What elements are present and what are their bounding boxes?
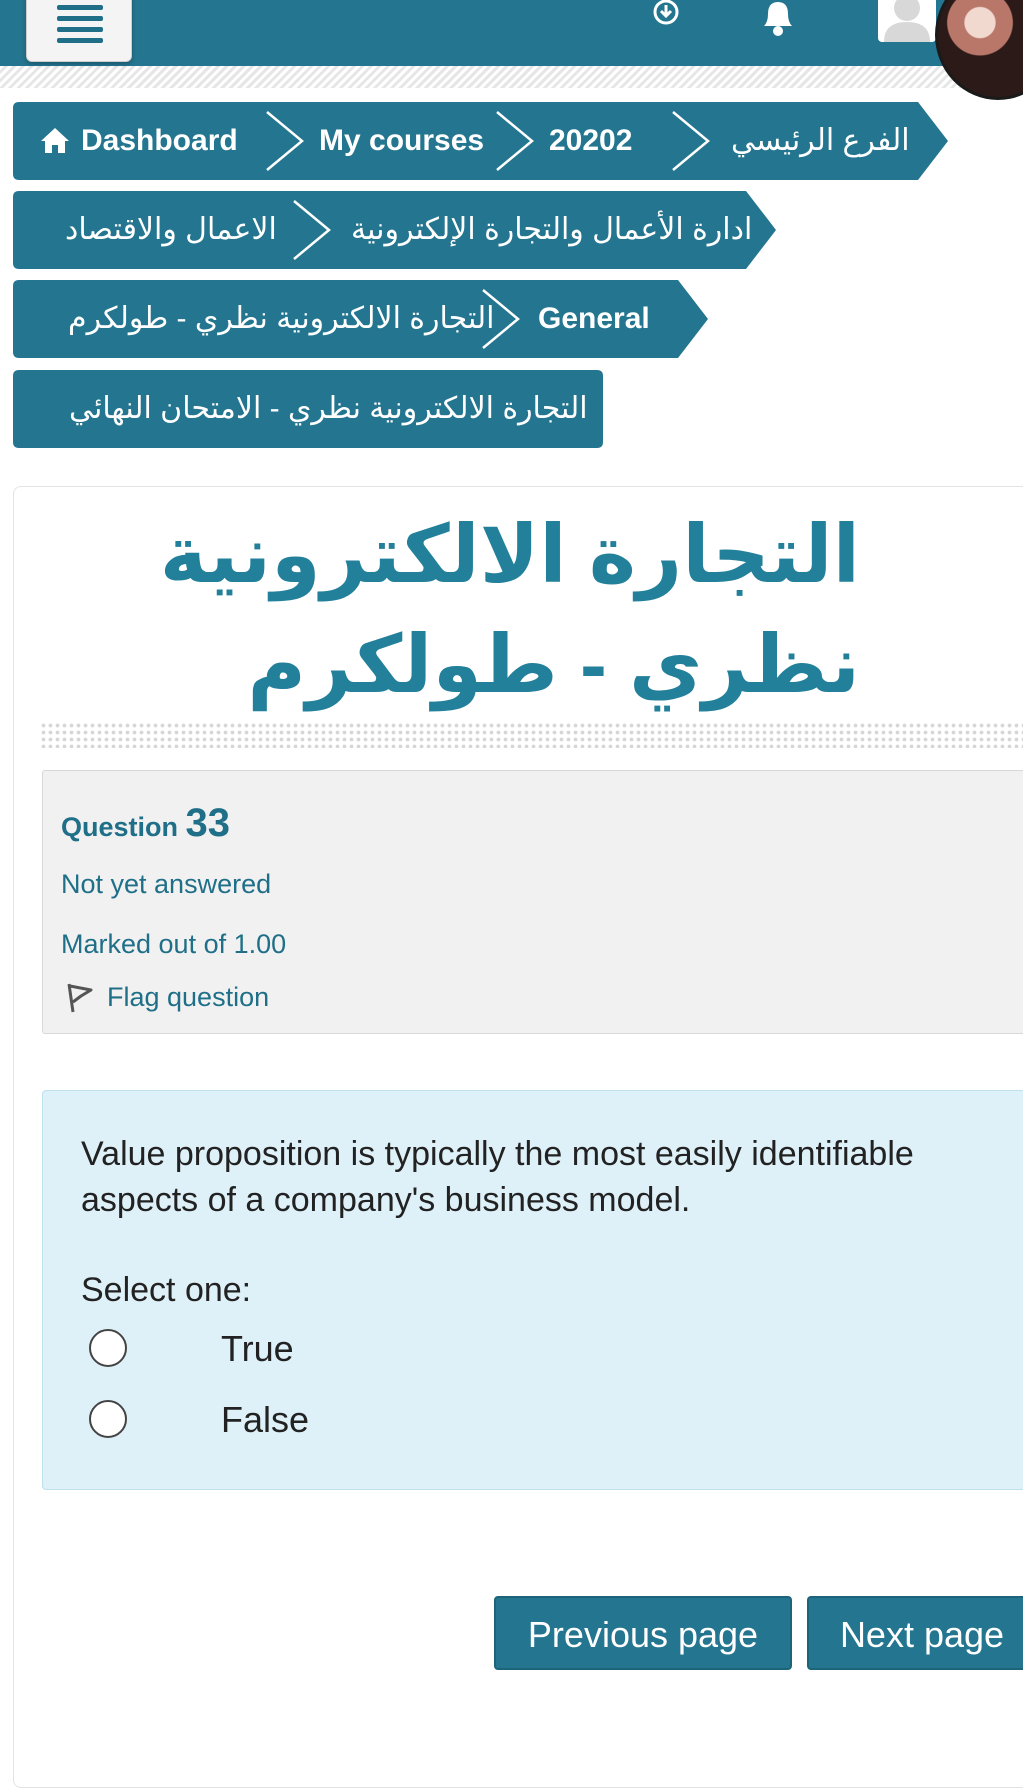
flag-icon xyxy=(67,983,93,1013)
select-one-prompt: Select one: xyxy=(81,1271,252,1309)
breadcrumb-my-courses[interactable]: My courses xyxy=(319,102,484,180)
question-number-label: Question 33 xyxy=(61,801,230,846)
breadcrumb: Dashboard My courses 20202 الفرع الرئيسي xyxy=(13,102,953,182)
question-grade: Marked out of 1.00 xyxy=(61,929,287,959)
breadcrumb-course[interactable]: التجارة الالكترونية نظري - طولكرم xyxy=(68,280,495,358)
breadcrumb-row-2: الاعمال والاقتصاد ادارة الأعمال والتجارة… xyxy=(13,191,793,271)
question-number: 33 xyxy=(185,801,231,845)
radio-true[interactable] xyxy=(89,1329,127,1367)
dotted-divider xyxy=(40,722,1023,748)
question-label: Question xyxy=(61,812,179,842)
breadcrumb-branch[interactable]: الفرع الرئيسي xyxy=(731,102,910,180)
answer-option-false[interactable]: False xyxy=(89,1398,349,1444)
breadcrumb-dashboard[interactable]: Dashboard xyxy=(81,102,238,180)
bell-icon[interactable] xyxy=(758,0,798,38)
answer-label-false[interactable]: False xyxy=(221,1398,309,1442)
breadcrumb-section[interactable]: General xyxy=(538,280,650,358)
user-avatar-icon xyxy=(884,0,930,42)
breadcrumb-row-4: التجارة الالكترونية نظري - الامتحان النه… xyxy=(13,370,605,450)
top-navbar xyxy=(0,0,1023,66)
home-icon xyxy=(41,128,69,153)
breadcrumb-department[interactable]: ادارة الأعمال والتجارة الإلكترونية xyxy=(351,191,752,269)
question-content-panel: Value proposition is typically the most … xyxy=(42,1090,1023,1490)
navbar-divider xyxy=(0,66,1023,88)
flag-question-label: Flag question xyxy=(107,982,270,1012)
breadcrumb-term[interactable]: 20202 xyxy=(549,102,632,180)
answer-option-true[interactable]: True xyxy=(89,1327,349,1373)
breadcrumb-row-3: التجارة الالكترونية نظري - طولكرم Genera… xyxy=(13,280,723,360)
hamburger-menu-icon xyxy=(57,5,103,49)
user-menu-button[interactable] xyxy=(878,0,936,42)
breadcrumb-quiz: التجارة الالكترونية نظري - الامتحان النه… xyxy=(69,392,588,425)
download-circle-icon[interactable] xyxy=(652,0,682,28)
hamburger-menu-button[interactable] xyxy=(26,0,132,62)
next-page-button[interactable]: Next page xyxy=(807,1596,1023,1670)
question-text: Value proposition is typically the most … xyxy=(81,1135,914,1219)
radio-false[interactable] xyxy=(89,1400,127,1438)
page-title: التجارة الالكترونية نظري - طولكرم xyxy=(159,510,860,709)
question-state: Not yet answered xyxy=(61,869,272,899)
previous-page-button[interactable]: Previous page xyxy=(494,1596,792,1670)
question-info-panel: Question 33 Not yet answered Marked out … xyxy=(42,770,1023,1034)
answer-label-true[interactable]: True xyxy=(221,1327,294,1371)
breadcrumb-faculty[interactable]: الاعمال والاقتصاد xyxy=(65,191,277,269)
